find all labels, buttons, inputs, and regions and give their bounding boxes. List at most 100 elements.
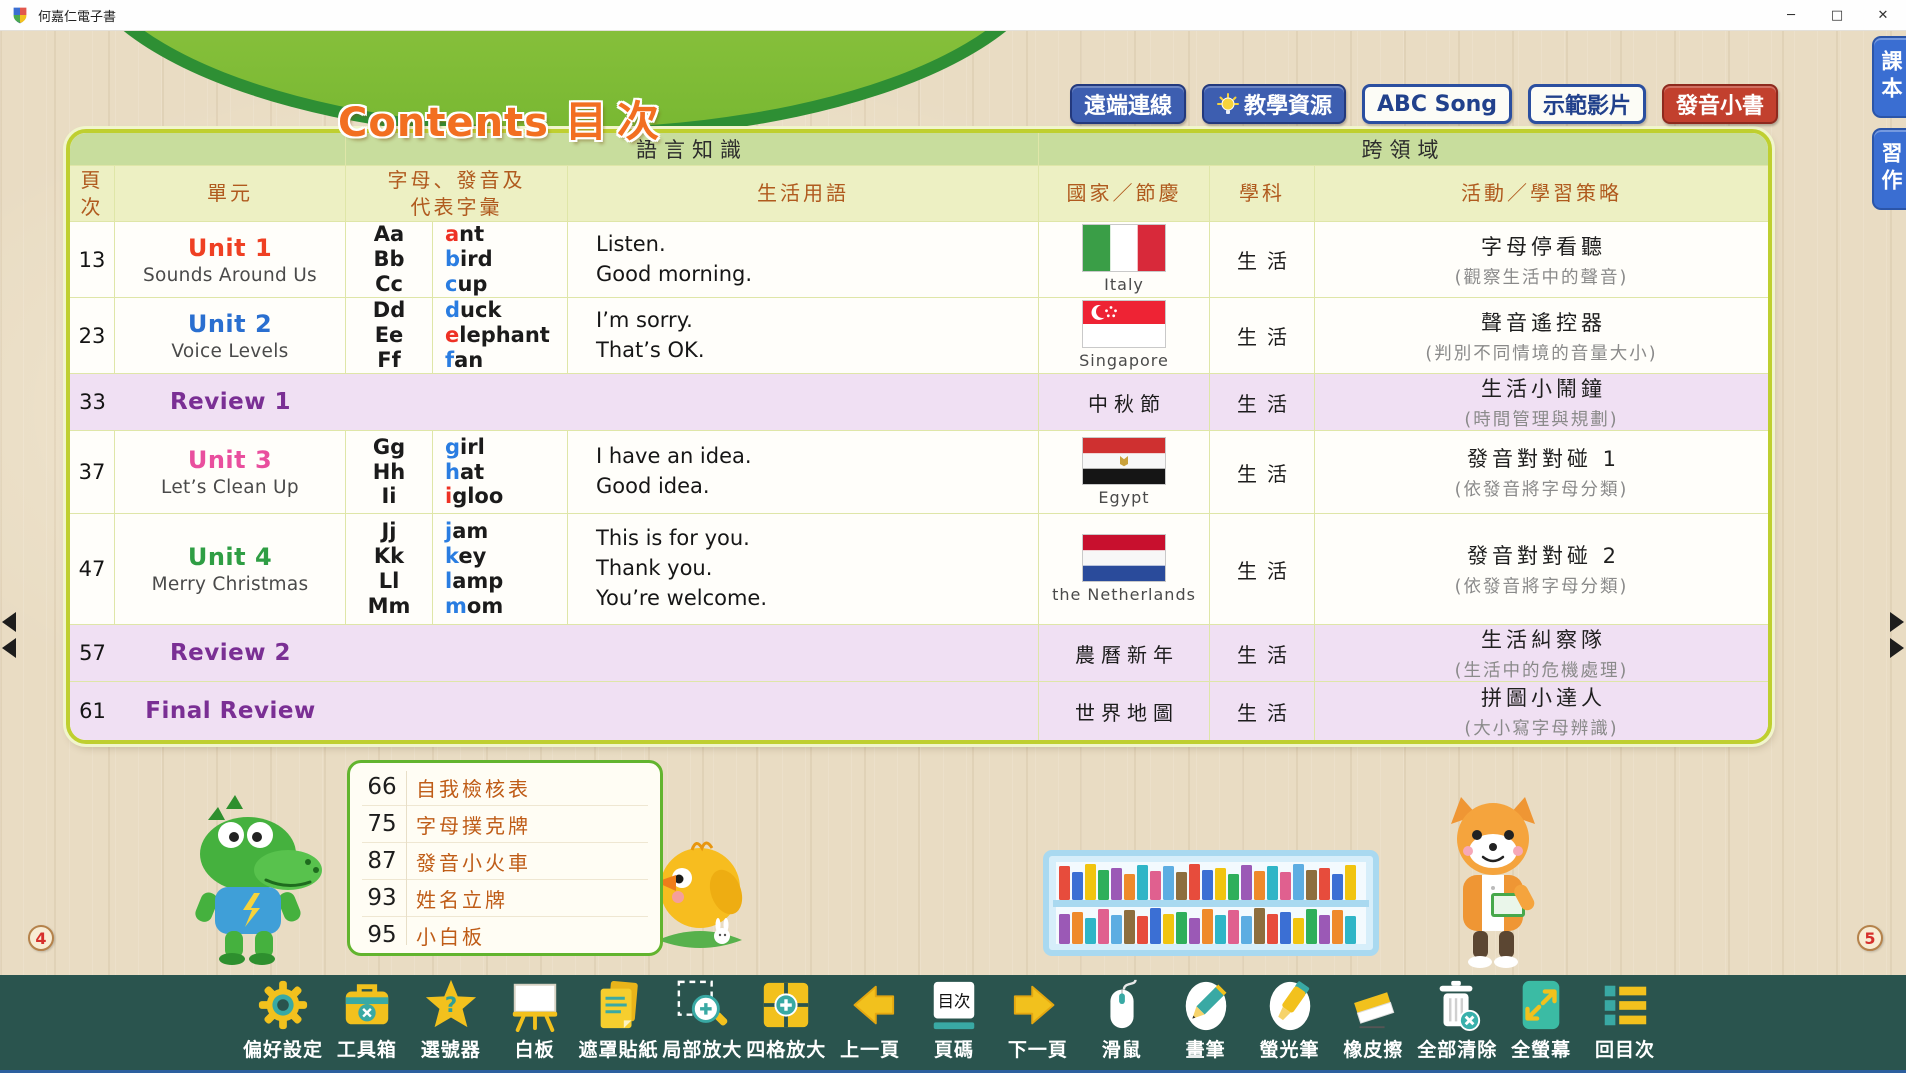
- extras-page-number: 93: [362, 885, 402, 911]
- highlighter-icon: [1263, 977, 1317, 1033]
- activity-note: (時間管理與規劃): [1464, 406, 1618, 431]
- toolbar-number-picker[interactable]: ?選號器: [410, 977, 492, 1069]
- side-tab-textbook[interactable]: 課本: [1872, 36, 1906, 118]
- cell-activity: 聲音遙控器(判別不同情境的音量大小): [1315, 298, 1768, 374]
- activity-title: 字母停看聽: [1477, 231, 1606, 261]
- phonics-booklet-button[interactable]: 發音小書: [1662, 84, 1778, 124]
- toolbar-page-number[interactable]: 目次頁碼: [913, 977, 995, 1069]
- table-row-33[interactable]: 33Review 1中秋節生活生活小鬧鐘(時間管理與規劃): [70, 374, 1768, 431]
- cell-subject: 生活: [1210, 374, 1315, 431]
- cell-unit: Unit 2Voice Levels: [115, 298, 346, 374]
- toolbar-quad-zoom[interactable]: 四格放大: [745, 977, 827, 1069]
- extras-list-item[interactable]: 93姓名立牌: [362, 880, 648, 917]
- cell-merged-blank: [346, 625, 1039, 682]
- toolbar-label-page-number: 頁碼: [934, 1035, 974, 1062]
- chevron-left-icon: [2, 638, 16, 658]
- table-group-header-row: 語言知識跨領域: [70, 133, 1768, 166]
- cell-subject: 生活: [1210, 222, 1315, 298]
- extras-list-item[interactable]: 75字母撲克牌: [362, 806, 648, 843]
- teaching-resources-button[interactable]: 教學資源: [1202, 84, 1346, 124]
- toolbar-fullscreen[interactable]: 全螢幕: [1500, 977, 1582, 1069]
- toolbar-next-page[interactable]: 下一頁: [997, 977, 1079, 1069]
- bottom-toolbar: 偏好設定工具箱?選號器白板遮罩貼紙局部放大四格放大上一頁目次頁碼下一頁滑鼠畫筆螢…: [0, 975, 1906, 1073]
- cell-letters: JjKkLlMm: [346, 514, 433, 625]
- page-title-en: Contents: [338, 100, 549, 146]
- page-title: Contents 目次: [338, 88, 669, 149]
- letter-pair: Ll: [379, 569, 400, 594]
- table-row-23[interactable]: 23Unit 2Voice LevelsDdEeFfduckelephantfa…: [70, 298, 1768, 374]
- extras-list-item[interactable]: 87發音小火車: [362, 843, 648, 880]
- toolbar-clear-all[interactable]: 全部清除: [1416, 977, 1498, 1069]
- eraser-icon: [1346, 977, 1400, 1033]
- review-title: Review 1: [170, 389, 291, 415]
- column-header-activity: 活動／學習策略: [1315, 166, 1768, 222]
- cell-phrases: This is for you.Thank you.You’re welcome…: [568, 514, 1039, 625]
- table-row-61[interactable]: 61Final Review世界地圖生活拼圖小達人(大小寫字母辨識): [70, 682, 1768, 740]
- table-row-13[interactable]: 13Unit 1Sounds Around UsAaBbCcantbirdcup…: [70, 222, 1768, 298]
- extras-label: 小白板: [416, 921, 485, 950]
- table-row-47[interactable]: 47Unit 4Merry ChristmasJjKkLlMmjamkeylam…: [70, 514, 1768, 625]
- cell-country: the Netherlands: [1039, 514, 1210, 625]
- toolbar-eraser[interactable]: 橡皮擦: [1332, 977, 1414, 1069]
- right-page-number: 5: [1864, 929, 1875, 948]
- cell-words: jamkeylampmom: [433, 514, 568, 625]
- next-spread-arrow[interactable]: [1890, 606, 1904, 664]
- minimize-icon[interactable]: ─: [1768, 0, 1814, 30]
- remote-connect-label: 遠端連線: [1084, 88, 1172, 120]
- flag-italy: [1083, 225, 1165, 271]
- toolbar-whiteboard[interactable]: 白板: [494, 977, 576, 1069]
- sticky-notes-icon: [592, 977, 646, 1033]
- toolbar-label-prev-page: 上一頁: [840, 1035, 900, 1062]
- table-row-37[interactable]: 37Unit 3Let’s Clean UpGgHhIigirlhatigloo…: [70, 431, 1768, 514]
- maximize-icon[interactable]: □: [1814, 0, 1860, 30]
- fullscreen-icon: [1514, 977, 1568, 1033]
- cell-page: 61: [70, 682, 115, 740]
- cell-words: antbirdcup: [433, 222, 568, 298]
- letter-pair: Gg: [373, 435, 405, 460]
- cell-phrases: I’m sorry.That’s OK.: [568, 298, 1039, 374]
- abc-song-button[interactable]: ABC Song: [1362, 84, 1512, 124]
- phrase-line: I have an idea.: [596, 442, 752, 472]
- letter-pair: Jj: [381, 519, 396, 544]
- column-header-unit: 單元: [115, 166, 346, 222]
- vocab-word: girl: [445, 435, 485, 460]
- review-title: Review 2: [170, 640, 291, 666]
- cell-page: 37: [70, 431, 115, 514]
- extras-label: 自我檢核表: [416, 773, 531, 802]
- extras-list-item[interactable]: 95小白板: [362, 917, 648, 953]
- toolbar-highlighter[interactable]: 螢光筆: [1249, 977, 1331, 1069]
- prev-spread-arrow[interactable]: [2, 606, 16, 664]
- toolbar-area-zoom[interactable]: 局部放大: [661, 977, 743, 1069]
- phrase-line: I’m sorry.: [596, 306, 693, 336]
- activity-note: (大小寫字母辨識): [1464, 715, 1618, 740]
- toolbar-prev-page[interactable]: 上一頁: [829, 977, 911, 1069]
- demo-video-button[interactable]: 示範影片: [1528, 84, 1646, 124]
- toolbar-mask-sticker[interactable]: 遮罩貼紙: [578, 977, 660, 1069]
- star-question-icon: ?: [424, 977, 478, 1033]
- toolbar-mouse[interactable]: 滑鼠: [1081, 977, 1163, 1069]
- toolbar-toolbox[interactable]: 工具箱: [326, 977, 408, 1069]
- vocab-word: key: [445, 544, 486, 569]
- flag-label: Egypt: [1098, 488, 1149, 507]
- cell-page: 13: [70, 222, 115, 298]
- vocab-word: duck: [445, 298, 501, 323]
- column-header-letters: 字母、發音及 代表字彙: [346, 166, 568, 222]
- table-row-57[interactable]: 57Review 2農曆新年生活生活糾察隊(生活中的危機處理): [70, 625, 1768, 682]
- app-window: 何嘉仁電子書 ─ □ ✕ Contents 目次 遠端連線教學資源ABC Son…: [0, 0, 1906, 1073]
- toolbar-preferences[interactable]: 偏好設定: [242, 977, 324, 1069]
- remote-connect-button[interactable]: 遠端連線: [1070, 84, 1186, 124]
- toc-list-icon: [1598, 977, 1652, 1033]
- extras-list-item[interactable]: 66自我檢核表: [362, 769, 648, 806]
- close-icon[interactable]: ✕: [1860, 0, 1906, 30]
- unit-title: Unit 2: [188, 310, 272, 338]
- cell-subject: 生活: [1210, 682, 1315, 740]
- activity-note: (依發音將字母分類): [1455, 573, 1629, 598]
- toolbar-pen[interactable]: 畫筆: [1165, 977, 1247, 1069]
- cell-page: 47: [70, 514, 115, 625]
- vocab-word: hat: [445, 460, 484, 485]
- cell-phrases: I have an idea.Good idea.: [568, 431, 1039, 514]
- toolbar-back-to-toc[interactable]: 回目次: [1584, 977, 1666, 1069]
- extras-page-number: 75: [362, 811, 402, 837]
- duck-mascot: [650, 826, 746, 962]
- side-tab-workbook[interactable]: 習作: [1872, 128, 1906, 210]
